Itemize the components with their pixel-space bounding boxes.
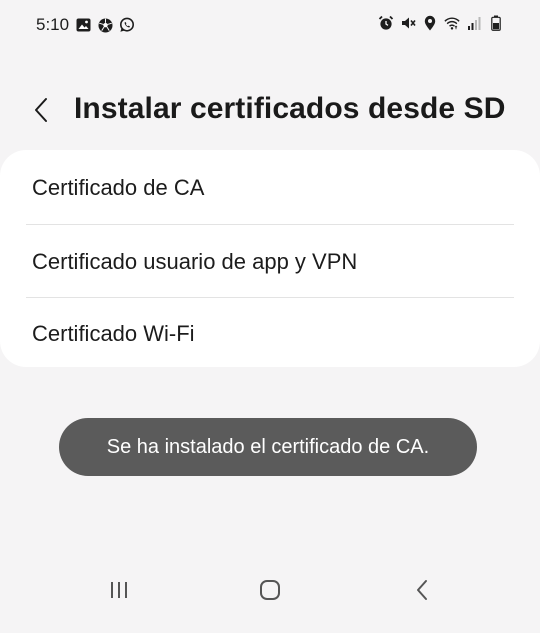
home-icon: [260, 580, 280, 600]
list-item-wifi-certificate[interactable]: Certificado Wi-Fi: [0, 298, 540, 370]
status-left: 5:10: [36, 15, 135, 35]
status-time: 5:10: [36, 15, 70, 34]
wifi-icon: [444, 15, 460, 31]
nav-back-button[interactable]: [398, 572, 446, 608]
soccer-ball-icon: [97, 17, 113, 33]
list-item-app-vpn-certificate[interactable]: Certificado usuario de app y VPN: [0, 226, 540, 298]
location-icon: [422, 15, 438, 31]
status-right: [378, 15, 504, 31]
toast-notification: Se ha instalado el certificado de CA.: [59, 418, 477, 476]
mute-icon: [400, 15, 416, 31]
back-icon: [417, 580, 427, 600]
toast-message: Se ha instalado el certificado de CA.: [106, 435, 430, 458]
signal-icon: [466, 15, 482, 31]
whatsapp-icon: [119, 17, 135, 33]
header: Instalar certificados desde SD: [0, 82, 540, 138]
list-item-label: Certificado usuario de app y VPN: [32, 249, 358, 274]
alarm-icon: [378, 15, 394, 31]
certificate-options-card: Certificado de CA Certificado usuario de…: [0, 150, 540, 367]
chevron-left-icon: [35, 98, 47, 122]
recent-apps-icon: [111, 582, 127, 598]
list-item-ca-certificate[interactable]: Certificado de CA: [0, 152, 540, 224]
recent-apps-button[interactable]: [95, 572, 143, 608]
status-bar: 5:10: [0, 0, 540, 52]
gallery-icon: [75, 17, 91, 33]
home-button[interactable]: [246, 572, 294, 608]
list-item-label: Certificado Wi-Fi: [32, 321, 195, 346]
list-item-label: Certificado de CA: [32, 175, 205, 200]
navigation-bar: [0, 560, 540, 620]
page-title: Instalar certificados desde SD: [74, 92, 506, 125]
divider: [26, 224, 514, 225]
battery-icon: [488, 15, 504, 31]
back-button[interactable]: [26, 92, 56, 128]
